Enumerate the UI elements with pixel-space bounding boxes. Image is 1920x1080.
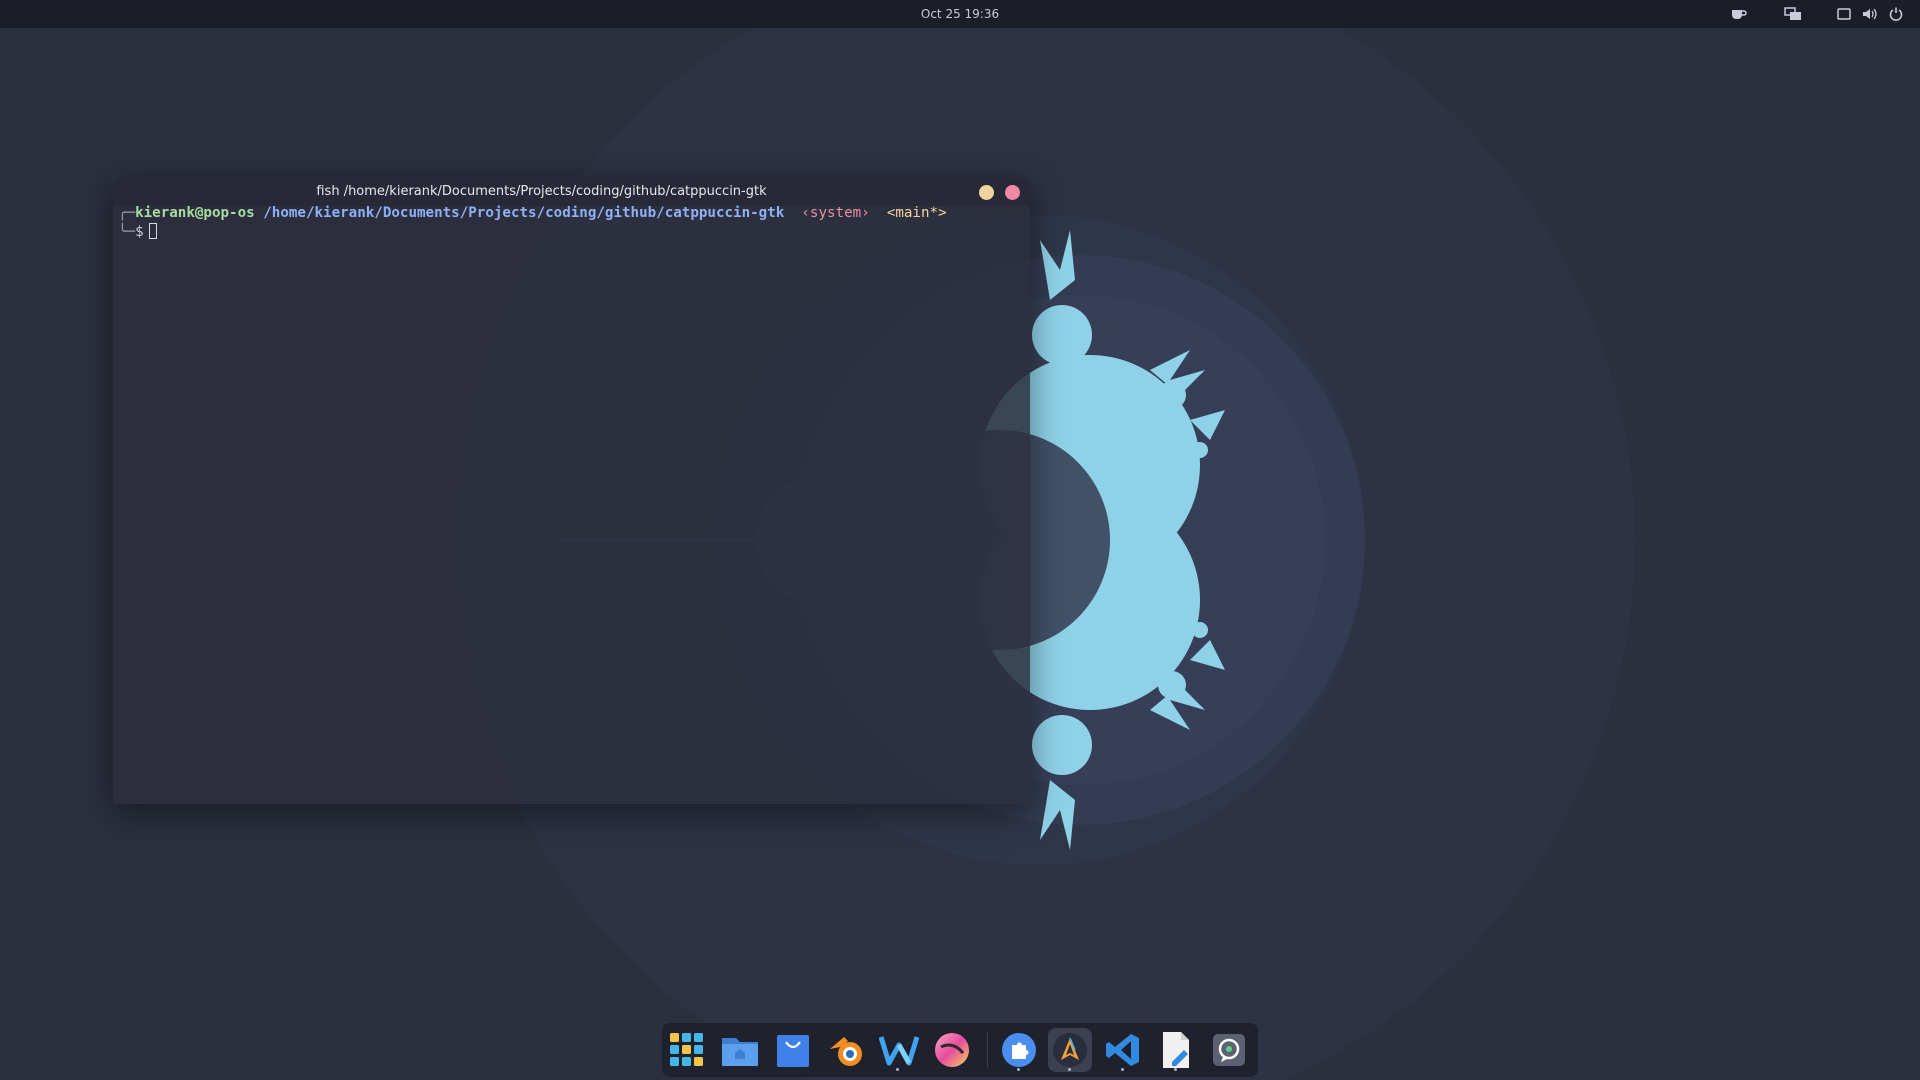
- color-picker-icon[interactable]: [930, 1028, 974, 1072]
- prompt-git-branch: <main*>: [886, 205, 947, 221]
- dock: [662, 1023, 1258, 1077]
- minimize-button[interactable]: [979, 185, 994, 200]
- coffee-icon[interactable]: [1730, 6, 1748, 22]
- wps-writer-icon[interactable]: [877, 1028, 921, 1072]
- terminal-output[interactable]: ╭─kierank@pop-os /home/kierank/Documents…: [113, 203, 1030, 804]
- arch-terminal-icon[interactable]: [1048, 1028, 1092, 1072]
- input-line[interactable]: ╰─$: [118, 222, 157, 242]
- prompt-branch-top: ╭─: [118, 205, 136, 221]
- blender-icon[interactable]: [824, 1028, 868, 1072]
- running-indicator: [1017, 1068, 1020, 1071]
- close-button[interactable]: [1005, 185, 1020, 200]
- terminal-titlebar[interactable]: fish /home/kierank/Documents/Projects/co…: [113, 178, 1030, 206]
- text-cursor[interactable]: [148, 223, 157, 239]
- running-indicator: [1121, 1068, 1124, 1071]
- top-bar: Oct 25 19:36: [0, 0, 1920, 28]
- clock[interactable]: Oct 25 19:36: [0, 0, 1920, 28]
- running-indicator: [1068, 1068, 1071, 1071]
- prompt-symbol: $: [135, 224, 144, 240]
- text-editor-icon[interactable]: [1154, 1028, 1198, 1072]
- display-switch-icon[interactable]: [1783, 6, 1803, 22]
- window-title: fish /home/kierank/Documents/Projects/co…: [316, 184, 767, 199]
- window-icon[interactable]: [1835, 6, 1853, 22]
- files-icon[interactable]: [718, 1028, 762, 1072]
- running-indicator: [896, 1068, 899, 1071]
- terminal-window[interactable]: fish /home/kierank/Documents/Projects/co…: [113, 178, 1030, 804]
- extensions-icon[interactable]: [997, 1028, 1041, 1072]
- chat-icon[interactable]: [1207, 1028, 1251, 1072]
- prompt-user-host: kierank@pop-os: [135, 205, 255, 221]
- prompt-env: ‹system›: [801, 205, 870, 221]
- prompt-path: /home/kierank/Documents/Projects/coding/…: [263, 205, 785, 221]
- shop-icon[interactable]: [771, 1028, 815, 1072]
- volume-icon[interactable]: [1861, 6, 1879, 22]
- vscode-icon[interactable]: [1101, 1028, 1145, 1072]
- dock-separator: [987, 1032, 988, 1068]
- prompt-line: ╭─kierank@pop-os /home/kierank/Documents…: [118, 203, 947, 223]
- app-grid-icon[interactable]: [665, 1028, 709, 1072]
- power-icon[interactable]: [1887, 6, 1905, 22]
- prompt-branch-bottom: ╰─: [118, 224, 136, 240]
- running-indicator: [1174, 1068, 1177, 1071]
